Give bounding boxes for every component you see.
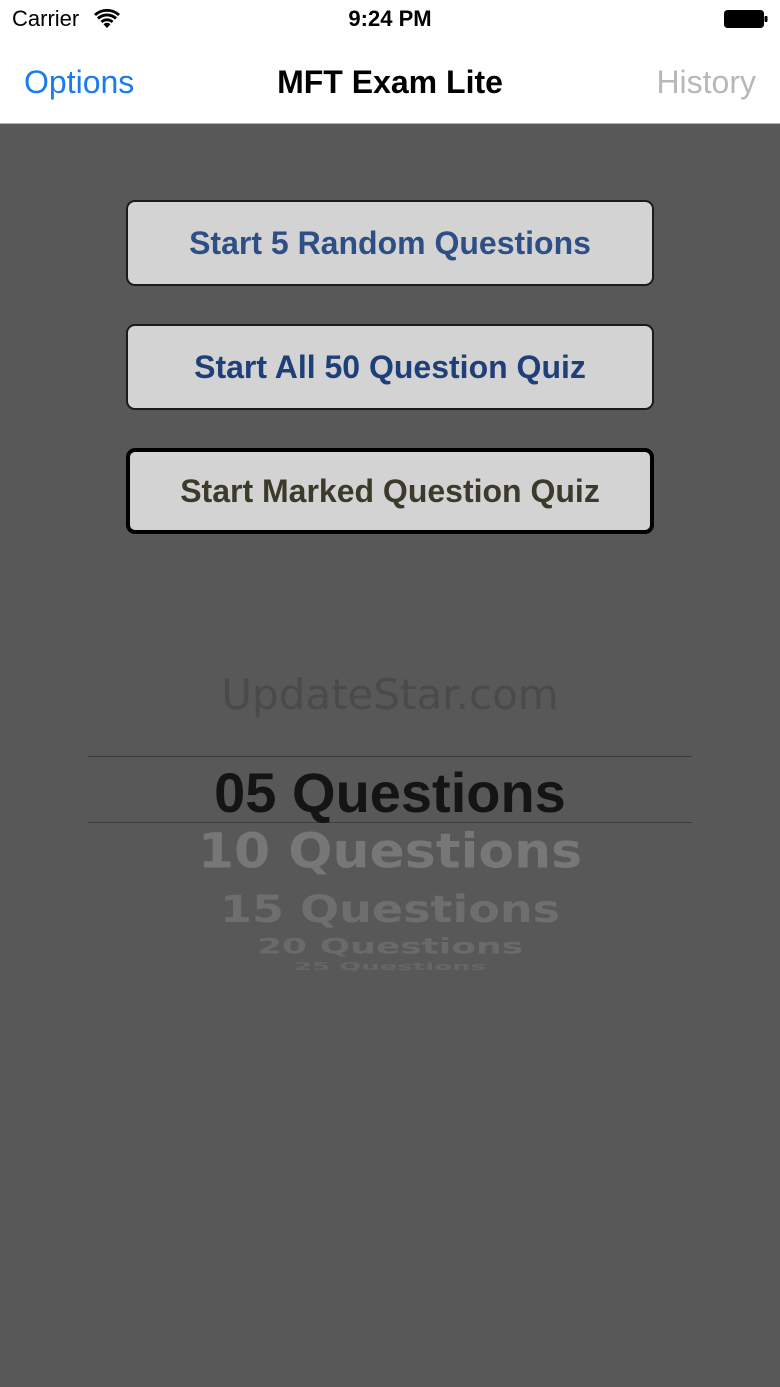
status-time: 9:24 PM [348,6,432,31]
status-bar: Carrier 9:24 PM [0,0,780,40]
app-screen: Carrier 9:24 PM Options MFT Exam Lite Hi… [0,0,780,1387]
start-marked-questions-button[interactable]: Start Marked Question Quiz [126,448,654,534]
start-all-questions-button[interactable]: Start All 50 Question Quiz [126,324,654,410]
watermark-text: UpdateStar.com [221,670,559,719]
picker-option[interactable]: 20 Questions [88,934,692,959]
navigation-bar: Options MFT Exam Lite History [0,40,780,124]
picker-option[interactable]: 25 Questions [88,961,692,973]
picker-selection-top-line [88,756,692,757]
history-button[interactable]: History [656,64,756,101]
start-random-questions-button[interactable]: Start 5 Random Questions [126,200,654,286]
picker-option[interactable]: 10 Questions [88,824,692,879]
picker-selected-option[interactable]: 05 Questions [88,760,692,825]
battery-icon [724,10,768,28]
question-count-picker[interactable]: 05 Questions 10 Questions 15 Questions 2… [88,740,692,990]
picker-option[interactable]: 15 Questions [88,887,692,931]
